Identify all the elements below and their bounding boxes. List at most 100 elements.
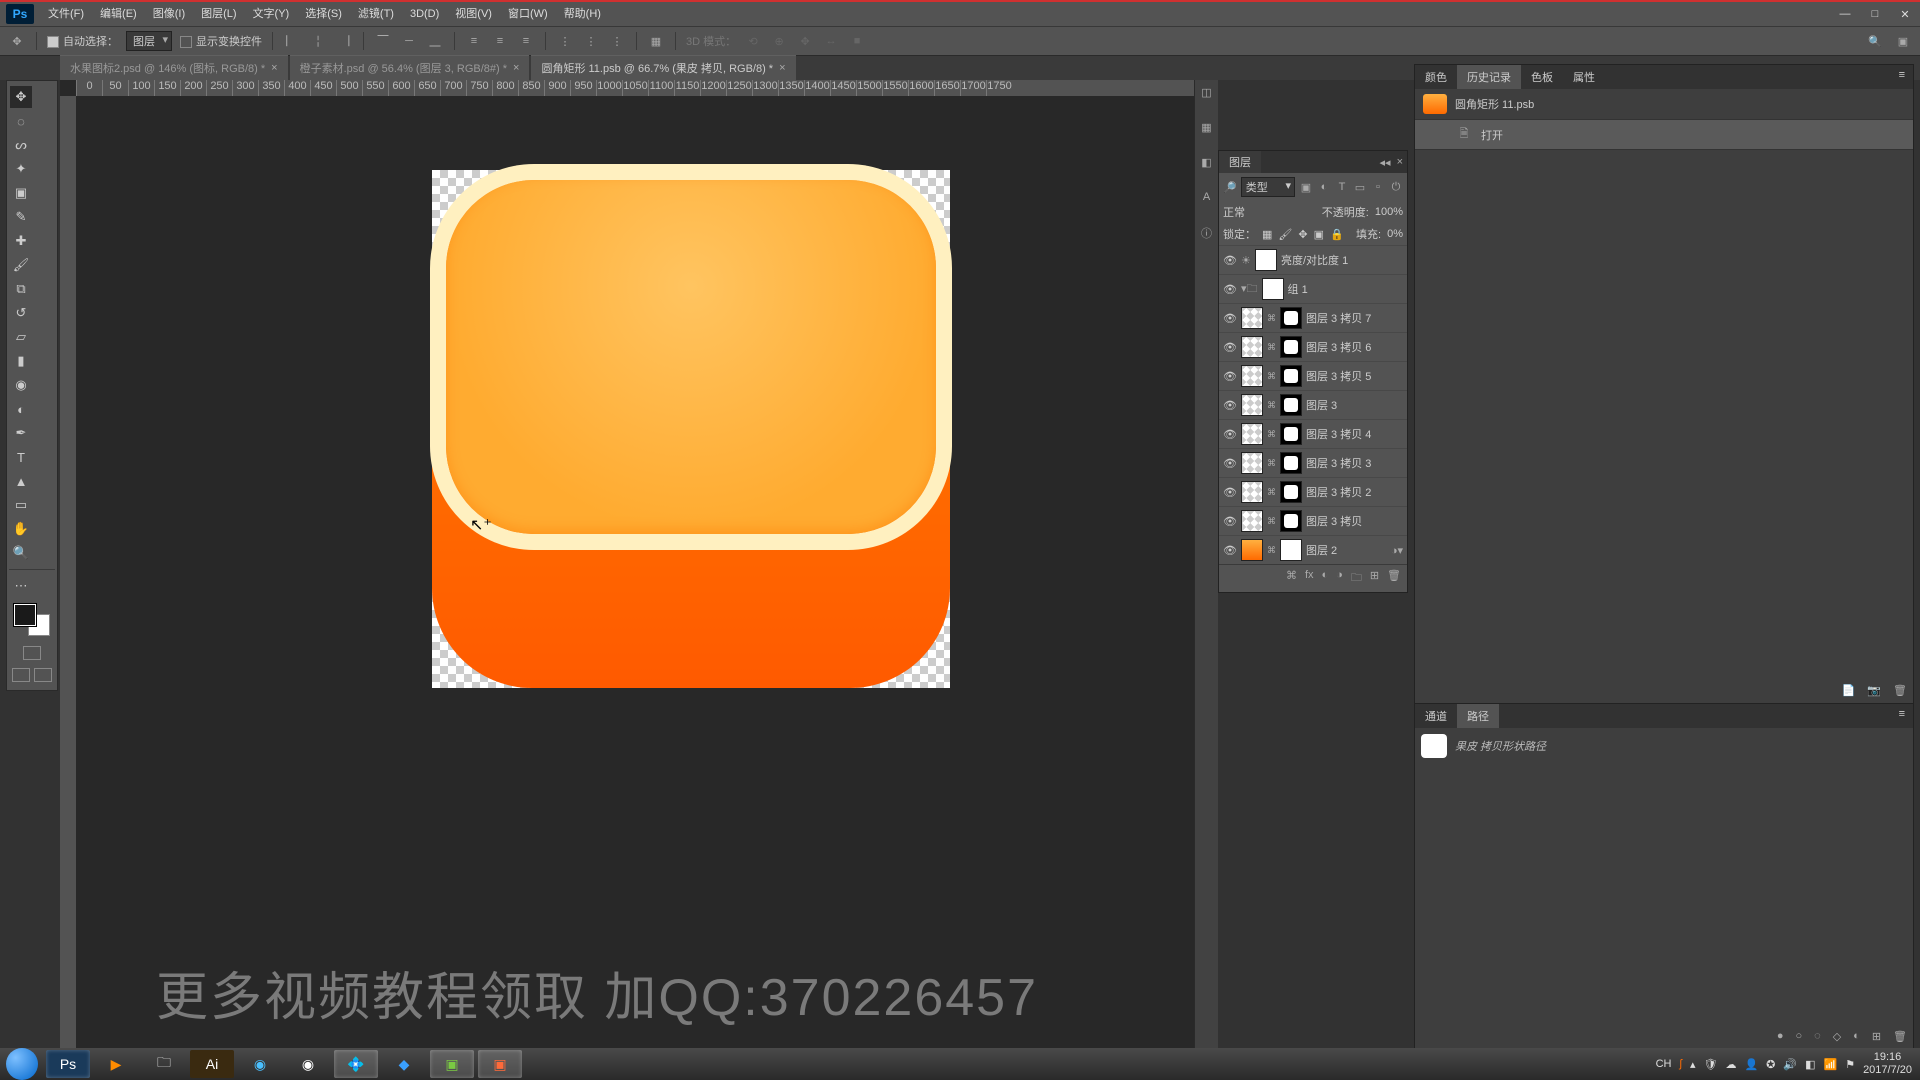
new-path-icon[interactable]: ⊞: [1872, 1030, 1881, 1043]
pen-tool[interactable]: ✒: [10, 422, 32, 444]
layer-list[interactable]: 👁☀亮度/对比度 1👁▾🗀组 1👁⌘图层 3 拷贝 7👁⌘图层 3 拷贝 6👁⌘…: [1219, 245, 1407, 564]
system-tray[interactable]: CH ʃ ▴ 🛡 ☁ 👤 ✪ 🔊 ◧ 📶 ⚑ 19:162017/7/20: [1648, 1051, 1920, 1077]
swatches-tab[interactable]: 色板: [1521, 65, 1563, 89]
taskbar-app-explorer[interactable]: 🗀: [142, 1050, 186, 1078]
link-layers-icon[interactable]: ⌘: [1286, 569, 1297, 588]
screen-mode[interactable]: [12, 668, 52, 682]
close-button[interactable]: ✕: [1890, 8, 1920, 21]
layer-row[interactable]: 👁⌘图层 3: [1219, 390, 1407, 419]
stroke-path-icon[interactable]: ○: [1795, 1030, 1802, 1043]
filter-kind-select[interactable]: 类型: [1241, 177, 1295, 197]
menu-item[interactable]: 帮助(H): [556, 8, 609, 20]
group-icon[interactable]: 🗀: [1351, 569, 1362, 588]
layer-row[interactable]: 👁⌘图层 3 拷贝 5: [1219, 361, 1407, 390]
visibility-toggle[interactable]: 👁: [1223, 254, 1237, 267]
auto-align-icon[interactable]: ▦: [647, 32, 665, 50]
menu-item[interactable]: 视图(V): [447, 8, 500, 20]
menu-item[interactable]: 滤镜(T): [350, 8, 402, 20]
align-left-icon[interactable]: ⎸: [283, 32, 301, 50]
dist-left-icon[interactable]: ⋮: [556, 32, 574, 50]
ime-indicator[interactable]: CH: [1656, 1058, 1672, 1070]
quick-mask-toggle[interactable]: [23, 646, 41, 660]
lock-artb-icon[interactable]: ▣: [1314, 228, 1324, 241]
properties-tab[interactable]: 属性: [1563, 65, 1605, 89]
tray-network-icon[interactable]: 📶: [1823, 1058, 1837, 1071]
delete-path-icon[interactable]: 🗑: [1893, 1030, 1907, 1043]
visibility-toggle[interactable]: 👁: [1223, 283, 1237, 296]
dist-bottom-icon[interactable]: ≡: [517, 32, 535, 50]
filter-type-icon[interactable]: T: [1335, 181, 1349, 193]
delete-layer-icon[interactable]: 🗑: [1387, 569, 1401, 588]
snapshot-icon[interactable]: 📷: [1867, 684, 1881, 697]
color-tab[interactable]: 颜色: [1415, 65, 1457, 89]
crop-tool[interactable]: ▣: [10, 182, 32, 204]
document-tab[interactable]: 水果图标2.psd @ 146% (图标, RGB/8) *×: [60, 55, 288, 80]
tray-icon[interactable]: ☁: [1725, 1058, 1736, 1071]
filter-shape-icon[interactable]: ▭: [1353, 181, 1367, 194]
tray-icon[interactable]: ✪: [1766, 1058, 1775, 1071]
eyedropper-tool[interactable]: ✎: [10, 206, 32, 228]
filter-search-icon[interactable]: 🔎: [1223, 181, 1237, 194]
canvas-area[interactable]: 0501001502002503003504004505005506006507…: [60, 80, 1194, 1050]
fill-value[interactable]: 0%: [1387, 228, 1403, 240]
dist-vcenter-icon[interactable]: ≡: [491, 32, 509, 50]
maximize-button[interactable]: □: [1860, 8, 1890, 21]
gradient-tool[interactable]: ▮: [10, 350, 32, 372]
menu-item[interactable]: 3D(D): [402, 8, 447, 20]
marquee-tool[interactable]: ◌: [10, 110, 32, 132]
edit-toolbar[interactable]: ⋯: [10, 575, 32, 597]
taskbar-app-illustrator[interactable]: Ai: [190, 1050, 234, 1078]
tray-icon[interactable]: 🛡: [1703, 1058, 1717, 1071]
adjustment-layer-icon[interactable]: ◑: [1336, 569, 1343, 588]
visibility-toggle[interactable]: 👁: [1223, 515, 1237, 528]
layer-row[interactable]: 👁⌘图层 3 拷贝 6: [1219, 332, 1407, 361]
eraser-tool[interactable]: ▱: [10, 326, 32, 348]
taskbar-app[interactable]: ▶: [94, 1050, 138, 1078]
workspace-icon[interactable]: ▣: [1894, 32, 1912, 50]
layer-row[interactable]: 👁⌘图层 3 拷贝 7: [1219, 303, 1407, 332]
channels-tab[interactable]: 通道: [1415, 704, 1457, 728]
brush-tool[interactable]: 🖌: [10, 254, 32, 276]
artboard[interactable]: [432, 170, 950, 688]
create-doc-icon[interactable]: 📄: [1842, 684, 1856, 697]
visibility-toggle[interactable]: 👁: [1223, 370, 1237, 383]
align-right-icon[interactable]: ⎹: [335, 32, 353, 50]
layers-tab[interactable]: 图层: [1219, 151, 1261, 173]
align-hcenter-icon[interactable]: ╎: [309, 32, 327, 50]
lock-trans-icon[interactable]: ▦: [1262, 228, 1272, 241]
layer-row[interactable]: 👁☀亮度/对比度 1: [1219, 245, 1407, 274]
history-step[interactable]: 🗎 打开: [1415, 120, 1913, 150]
layer-row[interactable]: 👁▾🗀组 1: [1219, 274, 1407, 303]
taskbar-app[interactable]: ▣: [478, 1050, 522, 1078]
delete-history-icon[interactable]: 🗑: [1893, 684, 1907, 697]
visibility-toggle[interactable]: 👁: [1223, 312, 1237, 325]
tray-volume-icon[interactable]: 🔊: [1783, 1058, 1797, 1071]
collapsed-panel-icon[interactable]: ▦: [1201, 121, 1211, 134]
filter-adjust-icon[interactable]: ◐: [1317, 181, 1331, 193]
dist-hcenter-icon[interactable]: ⋮: [582, 32, 600, 50]
taskbar-app[interactable]: 💠: [334, 1050, 378, 1078]
magic-wand-tool[interactable]: ✦: [10, 158, 32, 180]
shape-tool[interactable]: ▭: [10, 494, 32, 516]
menu-item[interactable]: 选择(S): [297, 8, 350, 20]
visibility-toggle[interactable]: 👁: [1223, 486, 1237, 499]
menu-item[interactable]: 窗口(W): [500, 8, 556, 20]
ruler-horizontal[interactable]: 0501001502002503003504004505005506006507…: [76, 80, 1194, 96]
layer-row[interactable]: 👁⌘图层 3 拷贝 4: [1219, 419, 1407, 448]
visibility-toggle[interactable]: 👁: [1223, 544, 1237, 557]
align-vcenter-icon[interactable]: ─: [400, 32, 418, 50]
panel-menu-icon[interactable]: ≡: [1891, 65, 1913, 89]
lock-all-icon[interactable]: 🔒: [1330, 228, 1344, 241]
menu-item[interactable]: 编辑(E): [92, 8, 145, 20]
path-select-tool[interactable]: ▲: [10, 470, 32, 492]
layer-row[interactable]: 👁⌘图层 3 拷贝: [1219, 506, 1407, 535]
stamp-tool[interactable]: ⧉: [10, 278, 32, 300]
path-row[interactable]: 果皮 拷贝形状路径: [1415, 728, 1913, 764]
panel-close-icon[interactable]: ×: [1397, 156, 1403, 169]
new-layer-icon[interactable]: ⊞: [1370, 569, 1379, 588]
taskbar-app[interactable]: ◉: [238, 1050, 282, 1078]
menu-item[interactable]: 文件(F): [40, 8, 92, 20]
visibility-toggle[interactable]: 👁: [1223, 399, 1237, 412]
menu-item[interactable]: 图层(L): [193, 8, 244, 20]
lasso-tool[interactable]: ᔕ: [10, 134, 32, 156]
